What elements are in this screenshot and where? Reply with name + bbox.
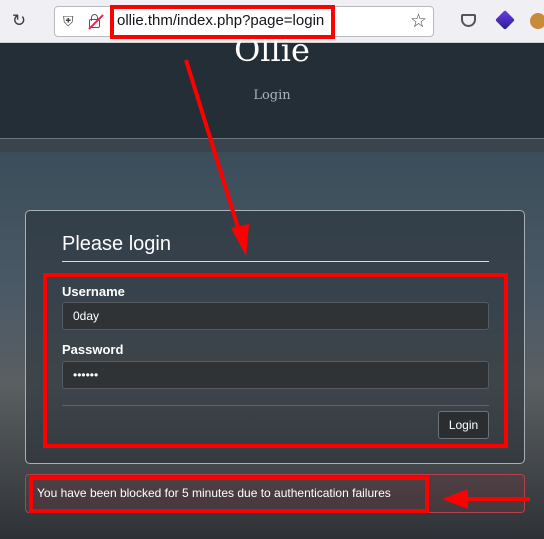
pocket-icon[interactable]: [458, 10, 480, 32]
extension-icon[interactable]: [494, 10, 516, 32]
reload-icon[interactable]: ↻: [8, 10, 30, 32]
site-subtitle: Login: [253, 88, 291, 103]
login-button[interactable]: Login: [438, 411, 489, 439]
login-card: Please login Username 0day Password ••••…: [25, 210, 525, 464]
password-field[interactable]: ••••••: [62, 361, 489, 389]
alert-message: You have been blocked for 5 minutes due …: [37, 486, 391, 500]
username-field[interactable]: 0day: [62, 302, 489, 330]
insecure-lock-icon[interactable]: [87, 13, 104, 31]
error-alert: You have been blocked for 5 minutes due …: [25, 474, 525, 513]
password-label: Password: [62, 342, 124, 357]
url-text[interactable]: ollie.thm/index.php?page=login: [117, 12, 324, 29]
cookie-extension-icon[interactable]: [528, 10, 544, 32]
bookmark-star-icon[interactable]: ☆: [410, 10, 427, 32]
username-label: Username: [62, 284, 125, 299]
site-title: Ollie: [234, 31, 310, 69]
shield-icon[interactable]: ⛨: [63, 13, 79, 31]
login-heading: Please login: [62, 233, 171, 255]
heading-divider: [62, 261, 489, 262]
form-divider: [62, 405, 489, 406]
site-header: Ollie Login: [0, 31, 544, 139]
header-separator: [0, 138, 544, 152]
